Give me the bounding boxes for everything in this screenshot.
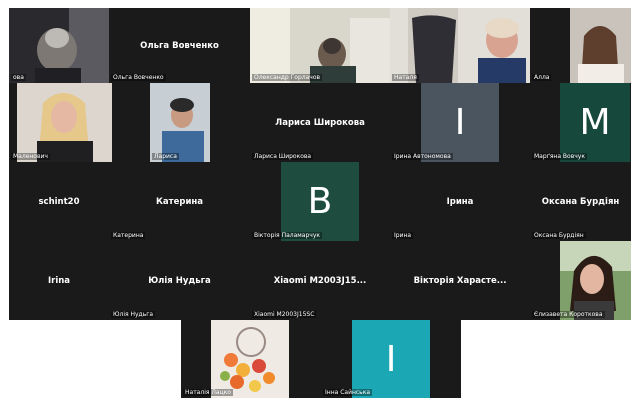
participant-display-name: Ірина bbox=[446, 196, 474, 207]
participant-video-feed bbox=[530, 8, 631, 83]
participant-tile[interactable]: Irina bbox=[9, 241, 109, 320]
participant-name-label: Алла bbox=[532, 74, 552, 81]
participant-name-label: Наталя bbox=[392, 74, 419, 81]
participant-display-name: Irina bbox=[47, 275, 71, 286]
participant-tile-video[interactable]: Алла bbox=[530, 8, 631, 83]
participant-video-feed bbox=[250, 8, 390, 83]
participant-video-feed bbox=[181, 320, 321, 398]
participant-display-name: Юлія Нудьга bbox=[148, 275, 211, 286]
participant-display-name: Ольга Вовченко bbox=[140, 40, 219, 51]
participant-tile[interactable]: Катерина Катерина bbox=[109, 162, 250, 241]
participant-tile-video[interactable]: Маленович bbox=[9, 83, 150, 162]
participant-name-label: ова bbox=[11, 74, 26, 81]
participant-name-label: Наталія Лацко bbox=[183, 389, 233, 396]
participant-tile[interactable]: І Ірина Автономова bbox=[390, 83, 530, 162]
participant-display-name: Xiaomi M2003J15... bbox=[273, 275, 367, 286]
avatar-initial: М bbox=[579, 102, 611, 143]
participant-name-label: Вікторія Паламарчук bbox=[252, 232, 322, 239]
video-conference-gallery: ова Ольга Вовченко Ольга Вовченко Олекса… bbox=[0, 0, 639, 398]
participant-video-feed bbox=[530, 241, 631, 320]
participant-name-label: Катерина bbox=[111, 232, 146, 239]
participant-tile[interactable]: В Вікторія Паламарчук bbox=[250, 162, 390, 241]
participant-tile[interactable]: Вікторія Харасте... bbox=[390, 241, 530, 320]
participant-name-label: Ольга Вовченко bbox=[111, 74, 166, 81]
participant-tile[interactable]: Оксана Бурдіян Оксана Бурдіян bbox=[530, 162, 631, 241]
participant-tile[interactable]: Xiaomi M2003J15... Xiaomi M2003J15SC bbox=[250, 241, 390, 320]
avatar-initial: В bbox=[307, 181, 333, 222]
participant-tile[interactable]: schint20 bbox=[9, 162, 109, 241]
participant-name-label: Лариса bbox=[152, 153, 179, 160]
participant-avatar: І bbox=[352, 320, 430, 398]
participant-display-name: Вікторія Харасте... bbox=[413, 275, 507, 286]
participant-tile[interactable]: Ірина Ірина bbox=[390, 162, 530, 241]
participant-name-label: Лариса Широкова bbox=[252, 153, 314, 160]
participant-tile-video[interactable]: Наталя bbox=[390, 8, 530, 83]
participant-name-label: Інна Сайнська bbox=[323, 389, 373, 396]
participant-name-label: Марґяна Вовчук bbox=[532, 153, 587, 160]
participant-tile[interactable]: Лариса Широкова Лариса Широкова bbox=[250, 83, 390, 162]
participant-name-label: Маленович bbox=[11, 153, 50, 160]
participant-tile[interactable]: Ольга Вовченко Ольга Вовченко bbox=[109, 8, 250, 83]
participant-display-name: Лариса Широкова bbox=[275, 117, 365, 128]
avatar-initial: І bbox=[385, 338, 397, 380]
participant-name-label: Ірина Автономова bbox=[392, 153, 453, 160]
participant-tile-video[interactable]: Єлизавета Короткова bbox=[530, 241, 631, 320]
participant-name-label: Юлія Нудьга bbox=[111, 311, 156, 318]
avatar-initial: І bbox=[454, 102, 466, 143]
participant-tile[interactable]: І Інна Сайнська bbox=[321, 320, 461, 398]
participant-name-label: Xiaomi M2003J15SC bbox=[252, 311, 317, 318]
participant-name-label: Єлизавета Короткова bbox=[532, 311, 605, 318]
participant-video-feed bbox=[390, 8, 530, 83]
participant-tile-video[interactable]: Лариса bbox=[150, 83, 250, 162]
participant-name-label: Ірина bbox=[392, 232, 414, 239]
participant-video-feed bbox=[150, 83, 250, 162]
participant-tile-video[interactable]: Олександр Горлачов bbox=[250, 8, 390, 83]
participant-tile[interactable]: М Марґяна Вовчук bbox=[530, 83, 631, 162]
participant-avatar: В bbox=[281, 162, 359, 241]
participant-tile[interactable]: Юлія Нудьга Юлія Нудьга bbox=[109, 241, 250, 320]
participant-display-name: schint20 bbox=[38, 196, 80, 207]
participant-name-label: Оксана Бурдіян bbox=[532, 232, 586, 239]
participant-video-feed bbox=[9, 8, 109, 83]
participant-video-feed bbox=[9, 83, 150, 162]
participant-tile-video[interactable]: ова bbox=[9, 8, 109, 83]
participant-avatar: М bbox=[560, 83, 630, 162]
participant-display-name: Оксана Бурдіян bbox=[541, 196, 620, 207]
participant-tile-video[interactable]: Наталія Лацко bbox=[181, 320, 321, 398]
participant-name-label: Олександр Горлачов bbox=[252, 74, 323, 81]
participant-display-name: Катерина bbox=[155, 196, 204, 207]
participant-avatar: І bbox=[421, 83, 499, 162]
